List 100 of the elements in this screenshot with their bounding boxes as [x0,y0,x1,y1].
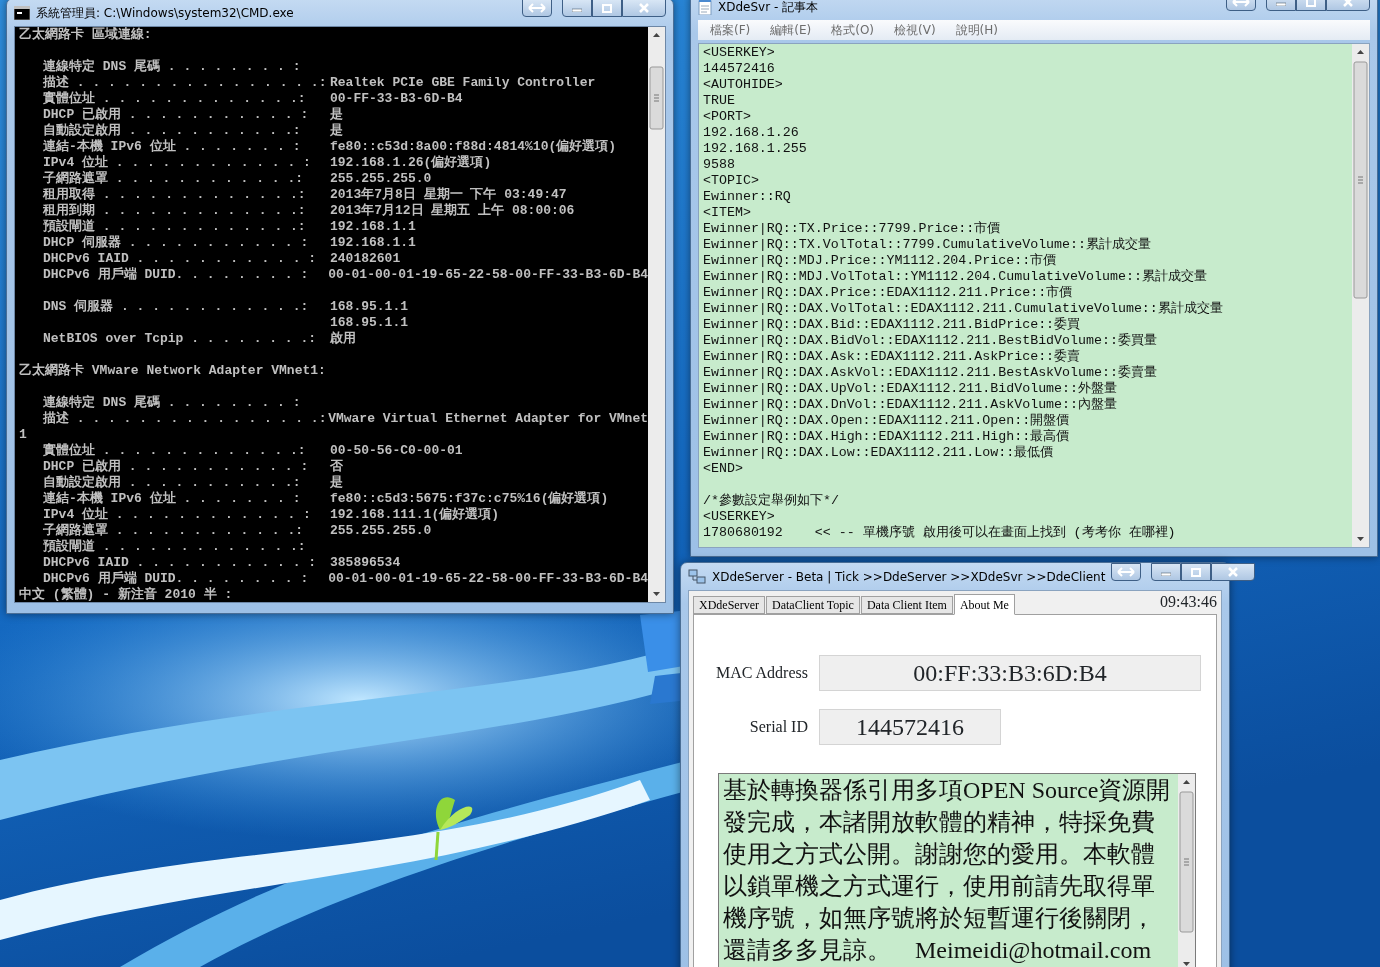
field-value: VMware Virtual Ethernet Adapter for VMnet [328,411,648,427]
clock-time: 09:43:46 [1160,592,1217,612]
maximize-button[interactable] [592,0,622,17]
resize-button[interactable] [1111,563,1142,581]
field-value: 192.168.1.26(偏好選項) [330,155,492,171]
adapter-heading: 乙太網路卡 VMware Network Adapter VMnet1: [19,363,326,379]
text-line: 1780680192 << -- 單機序號 啟用後可以在畫面上找到 (考考你 在哪裡) [703,525,1177,541]
field-value: 是 [330,107,343,123]
plant-drawing [434,797,473,861]
field-label: 租用取得 . . . . . . . . . . . . .: [43,187,307,203]
field-label: IPv4 位址 . . . . . . . . . . . . : [43,507,312,523]
maximize-button[interactable] [1181,563,1212,581]
field-label: NetBIOS over Tcpip . . . . . . . .: [43,331,318,347]
close-icon [1228,567,1239,577]
field-label: DHCPv6 IAID . . . . . . . . . . . : [43,555,318,571]
text-line: Ewinner|RQ::DAX.VolTotal::EDAX1112.211.CumulativeVolume::累計成交量 [703,301,1224,317]
console-icon [14,5,30,20]
tab[interactable]: DataClient Topic [766,596,860,614]
field-label: 連結-本機 IPv6 位址 . . . . . . . : [43,491,302,507]
field-value: 192.168.111.1(偏好選項) [330,507,500,523]
tab[interactable]: About Me [953,594,1015,615]
text-line: 192.168.1.26 [703,125,800,141]
text-line: Ewinner|RQ::DAX.DnVol::EDAX1112.211.AskVolume::內盤量 [703,397,1119,413]
text-line: Ewinner|RQ::DAX.BidVol::EDAX1112.211.BestBidVolume::委買量 [703,333,1158,349]
field-value: 00-FF-33-B3-6D-B4 [330,91,463,107]
text-line: Ewinner|RQ::DAX.UpVol::EDAX1112.211.BidVolume::外盤量 [703,381,1119,397]
close-button[interactable] [1211,563,1256,581]
field-value: 2013年7月12日 星期五 上午 08:00:06 [330,203,575,219]
field-value: 168.95.1.1 [330,299,408,315]
close-icon [639,3,649,13]
field-label: 連線特定 DNS 尾碼 . . . . . . . . : [43,59,302,75]
field-label: 描述 . . . . . . . . . . . . . . . .: [43,411,328,427]
ime-status: 中文 (繁體) - 新注音 2010 半 : [19,587,233,602]
menu-item[interactable]: 檔案(F) [710,21,751,39]
text-line: Ewinner|RQ::DAX.AskVol::EDAX1112.211.BestAskVolume::委賣量 [703,365,1158,381]
text-line: 144572416 [703,61,776,77]
minimize-button[interactable] [1151,563,1182,581]
double-arrow-icon [1232,0,1250,7]
text-line: Ewinner|RQ::DAX.Low::EDAX1112.211.Low::最低價 [703,445,1055,461]
text-line: 9588 [703,157,736,173]
window-title: XDdeSvr - 記事本 [718,0,819,16]
readonly-field[interactable]: 00:FF:33:B3:6D:B4 [819,655,1201,691]
maximize-icon [1191,567,1202,577]
field-value: 168.95.1.1 [330,315,408,331]
field-label: 自動設定啟用 . . . . . . . . . . .: [43,123,302,139]
text-line: Ewinner|RQ::DAX.Open::EDAX1112.211.Open::開盤價 [703,413,1071,429]
notepad-icon [698,0,712,15]
field-label: IPv4 位址 . . . . . . . . . . . . : [43,155,312,171]
field-value: 啟用 [330,331,356,347]
text-line: 192.168.1.255 [703,141,808,157]
field-value: 00-01-00-01-19-65-22-58-00-FF-33-B3-6D-B4 [328,571,648,587]
adapter-heading: 乙太網路卡 區域連線: [19,27,152,43]
field-value: 00-50-56-C0-00-01 [330,443,463,459]
text-line: <PORT> [703,109,752,125]
network-icon [688,568,706,585]
field-value: 否 [330,459,343,475]
field-label: DHCP 已啟用 . . . . . . . . . . . : [43,107,310,123]
field-label: DHCP 已啟用 . . . . . . . . . . . : [43,459,310,475]
field-value: 385896534 [330,555,401,571]
field-label: 租用到期 . . . . . . . . . . . . .: [43,203,307,219]
field-label: DNS 伺服器 . . . . . . . . . . . .: [43,299,310,315]
field-value: 是 [330,123,343,139]
field-value: 240182601 [330,251,401,267]
field-value: 2013年7月8日 星期一 下午 03:49:47 [330,187,567,203]
field-value: 255.255.255.0 [330,171,432,187]
text-line: Ewinner::RQ [703,189,792,205]
field-label: 子網路遮罩 . . . . . . . . . . . .: [43,171,305,187]
field-label: DHCP 伺服器 . . . . . . . . . . . : [43,235,310,251]
menu-item[interactable]: 編輯(E) [770,21,812,39]
field-value: 是 [330,475,343,491]
field-label: DHCPv6 用戶端 DUID. . . . . . . . : [43,571,310,587]
text-line: Ewinner|RQ::MDJ.VolTotal::YM1112.204.CumulativeVolume::累計成交量 [703,269,1208,285]
field-label: DHCPv6 IAID . . . . . . . . . . . : [43,251,318,267]
tab[interactable]: XDdeServer [693,596,765,614]
menu-item[interactable]: 說明(H) [955,21,998,39]
resize-button[interactable] [522,0,552,17]
text-line: Ewinner|RQ::MDJ.Price::YM1112.204.Price::市價 [703,253,1058,269]
text-line: <END> [703,461,744,477]
maximize-icon [1306,0,1316,7]
window-title: 系統管理員: C:\Windows\system32\CMD.exe [36,4,294,22]
field-label: 連線特定 DNS 尾碼 . . . . . . . . : [43,395,302,411]
minimize-button[interactable] [562,0,592,17]
text-line: /*參數設定舉例如下*/ [703,493,840,509]
text-line: Ewinner|RQ::DAX.Bid::EDAX1112.211.BidPrice::委買 [703,317,1082,333]
menu-item[interactable]: 格式(O) [831,21,875,39]
field-value: fe80::c5d3:5675:f37c:c75%16(偏好選項) [330,491,609,507]
field-label: MAC Address [715,663,808,683]
text-line: Ewinner|RQ::TX.Price::7799.Price::市價 [703,221,1002,237]
tab[interactable]: Data Client Item [860,596,953,614]
field-label: 自動設定啟用 . . . . . . . . . . .: [43,475,302,491]
field-value: 255.255.255.0 [330,523,432,539]
window-title: XDdeServer - Beta | Tick >>DdeServer >>XDdeSvr >>DdeClient [712,568,1106,586]
readonly-field[interactable]: 144572416 [819,709,1001,745]
field-label: DHCPv6 用戶端 DUID. . . . . . . . : [43,267,310,283]
text-line: Ewinner|RQ::TX.VolTotal::7799.CumulativeVolume::累計成交量 [703,237,1152,253]
close-icon [1343,0,1353,7]
text-line: <ITEM> [703,205,752,221]
close-button[interactable] [622,0,666,17]
field-label: 子網路遮罩 . . . . . . . . . . . .: [43,523,305,539]
menu-item[interactable]: 檢視(V) [894,21,936,39]
